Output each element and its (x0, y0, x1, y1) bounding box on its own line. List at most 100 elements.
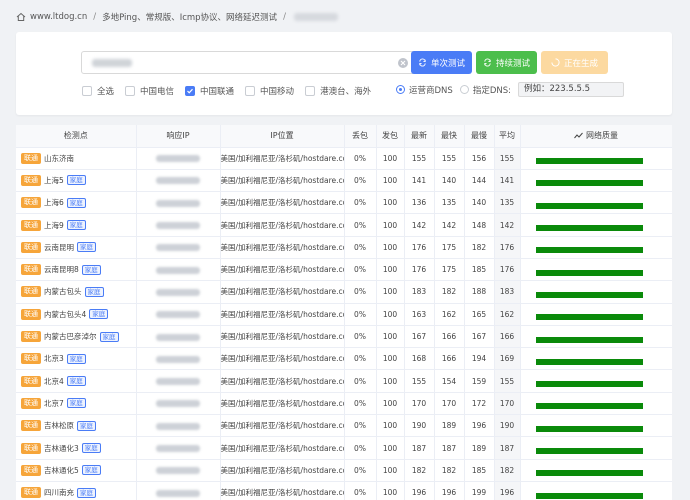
home-broadband-tag: 家庭 (66, 353, 86, 364)
checkbox-box[interactable] (82, 86, 92, 96)
cell-average: 155 (494, 147, 521, 170)
node-location: 山东济南 (44, 153, 74, 163)
cell-fastest: 162 (434, 303, 465, 326)
cell-ip-location: 美国/加利福尼亚/洛杉矶/hostdare.com (220, 191, 345, 215)
table-row[interactable]: 联通 内蒙古包头 家庭 美国/加利福尼亚/洛杉矶/hostdare.com 0% 100 1… (16, 280, 672, 304)
cell-network-quality (520, 258, 672, 282)
table-row[interactable]: 联通 山东济南 美国/加利福尼亚/洛杉矶/hostdare.com 0% 100 155 1… (16, 147, 672, 170)
breadcrumb-separator: / (93, 12, 97, 22)
table-row[interactable]: 联通 内蒙古巴彦淖尔 家庭 美国/加利福尼亚/洛杉矶/hostdare.com 0% 10… (16, 325, 672, 349)
cell-response-ip (136, 147, 221, 170)
cell-network-quality (520, 459, 672, 482)
breadcrumb-separator: / (283, 12, 286, 22)
node-location: 吉林松原 (44, 421, 74, 431)
cell-loss: 0% (344, 414, 377, 438)
cell-loss: 0% (344, 303, 377, 326)
cell-average: 135 (494, 191, 521, 215)
table-row[interactable]: 联通 云南昆明 家庭 美国/加利福尼亚/洛杉矶/hostdare.com 0% 100 17… (16, 236, 672, 259)
radio-custom-dns[interactable]: 指定DNS: (459, 84, 511, 96)
cell-average: 162 (494, 303, 521, 326)
header-slowest[interactable]: 最慢 (464, 125, 495, 148)
cell-slowest: 199 (464, 481, 495, 500)
cell-fastest: 182 (434, 280, 465, 304)
ip-redacted (156, 355, 200, 363)
cell-response-ip (136, 459, 221, 482)
node-location: 上海5 (44, 175, 64, 185)
cell-slowest: 185 (464, 258, 495, 282)
table-row[interactable]: 联通 吉林通化3 家庭 美国/加利福尼亚/洛杉矶/hostdare.com 0% 100 1… (16, 436, 672, 460)
cell-slowest: 189 (464, 436, 495, 460)
table-row[interactable]: 联通 北京4 家庭 美国/加利福尼亚/洛杉矶/hostdare.com 0% 100 155… (16, 369, 672, 393)
node-location: 吉林通化3 (44, 443, 79, 453)
home-broadband-tag: 家庭 (66, 398, 86, 409)
cell-fastest: 166 (434, 325, 465, 349)
table-row[interactable]: 联通 内蒙古包头4 家庭 美国/加利福尼亚/洛杉矶/hostdare.com 0% 100… (16, 303, 672, 326)
cell-ip-location: 美国/加利福尼亚/洛杉矶/hostdare.com (220, 481, 345, 500)
custom-dns-input[interactable]: 例如：223.5.5.5 (517, 82, 624, 97)
header-network-quality[interactable]: 网络质量 (520, 125, 672, 148)
checkbox-label: 中国电信 (140, 87, 175, 97)
header-response-ip[interactable]: 响应IP (136, 125, 221, 148)
cell-network-quality (520, 436, 672, 460)
header-average[interactable]: 平均 (494, 125, 521, 148)
cell-network-quality (520, 303, 672, 326)
cell-network-quality (520, 369, 672, 393)
radio-isp-dns[interactable]: 运营商DNS (396, 84, 453, 96)
cell-fastest: 140 (434, 169, 465, 193)
table-row[interactable]: 联通 吉林通化5 家庭 美国/加利福尼亚/洛杉矶/hostdare.com 0% 100 1… (16, 459, 672, 482)
cell-slowest: 182 (464, 236, 495, 259)
single-test-button[interactable]: 单次测试 (411, 51, 472, 74)
cell-average: 182 (494, 459, 521, 482)
checkbox-box[interactable] (245, 86, 256, 96)
header-node[interactable]: 检测点 (16, 125, 137, 148)
ip-redacted (156, 266, 200, 274)
header-loss[interactable]: 丢包 (344, 125, 377, 148)
cell-slowest: 165 (464, 303, 495, 326)
header-sent[interactable]: 发包 (376, 125, 405, 148)
table-row[interactable]: 联通 上海6 家庭 美国/加利福尼亚/洛杉矶/hostdare.com 0% 100 136… (16, 191, 672, 215)
table-row[interactable]: 联通 四川南充 家庭 美国/加利福尼亚/洛杉矶/hostdare.com 0% 100 19… (16, 481, 672, 500)
table-row[interactable]: 联通 上海9 家庭 美国/加利福尼亚/洛杉矶/hostdare.com 0% 100 142… (16, 213, 672, 237)
breadcrumb-site[interactable]: www.ltdog.cn (30, 12, 87, 22)
checkbox-mobile[interactable]: 中国移动 (245, 85, 294, 97)
radio-dot[interactable] (459, 85, 469, 94)
cell-ip-location: 美国/加利福尼亚/洛杉矶/hostdare.com (220, 459, 345, 482)
table-row[interactable]: 联通 上海5 家庭 美国/加利福尼亚/洛杉矶/hostdare.com 0% 100 141… (16, 169, 672, 193)
checkbox-unicom[interactable]: 中国联通 (185, 85, 234, 97)
cell-response-ip (136, 303, 221, 326)
checkbox-telecom[interactable]: 中国电信 (125, 85, 174, 97)
table-row[interactable]: 联通 吉林松原 家庭 美国/加利福尼亚/洛杉矶/hostdare.com 0% 100 19… (16, 414, 672, 438)
home-icon[interactable] (16, 12, 26, 22)
cell-average: 190 (494, 414, 521, 438)
generating-button[interactable]: 正在生成 (541, 51, 608, 74)
continuous-test-button[interactable]: 持续测试 (476, 51, 537, 74)
radio-dot-selected[interactable] (396, 85, 405, 94)
cell-ip-location: 美国/加利福尼亚/洛杉矶/hostdare.com (220, 369, 345, 393)
target-input[interactable] (81, 51, 416, 74)
header-fastest[interactable]: 最快 (434, 125, 465, 148)
header-latest[interactable]: 最新 (404, 125, 435, 148)
cell-sent: 100 (376, 280, 405, 304)
cell-average: 170 (494, 392, 521, 416)
quality-bar (535, 314, 643, 321)
clear-icon[interactable] (397, 57, 409, 69)
cell-response-ip (136, 436, 221, 460)
cell-network-quality (520, 325, 672, 349)
checkbox-box[interactable] (125, 86, 136, 96)
table-row[interactable]: 联通 北京7 家庭 美国/加利福尼亚/洛杉矶/hostdare.com 0% 100 170… (16, 392, 672, 416)
checkbox-box[interactable] (305, 86, 316, 96)
cell-response-ip (136, 481, 221, 500)
checkbox-select-all[interactable]: 全选 (82, 85, 114, 97)
checkbox-box-checked[interactable] (185, 86, 196, 96)
home-broadband-tag: 家庭 (81, 465, 101, 476)
cell-network-quality (520, 392, 672, 416)
table-row[interactable]: 联通 北京3 家庭 美国/加利福尼亚/洛杉矶/hostdare.com 0% 100 168… (16, 347, 672, 371)
breadcrumb-section[interactable]: 多地Ping、常规版、Icmp协议、网络延迟测试 (102, 11, 277, 23)
cell-ip-location: 美国/加利福尼亚/洛杉矶/hostdare.com (220, 325, 345, 349)
table-row[interactable]: 联通 云南昆明8 家庭 美国/加利福尼亚/洛杉矶/hostdare.com 0% 100 1… (16, 258, 672, 282)
node-location: 内蒙古包头 (44, 287, 82, 297)
cell-slowest: 156 (464, 147, 495, 170)
checkbox-overseas[interactable]: 港澳台、海外 (305, 85, 371, 97)
header-ip-location[interactable]: IP位置 (220, 125, 345, 148)
cell-network-quality (520, 481, 672, 500)
